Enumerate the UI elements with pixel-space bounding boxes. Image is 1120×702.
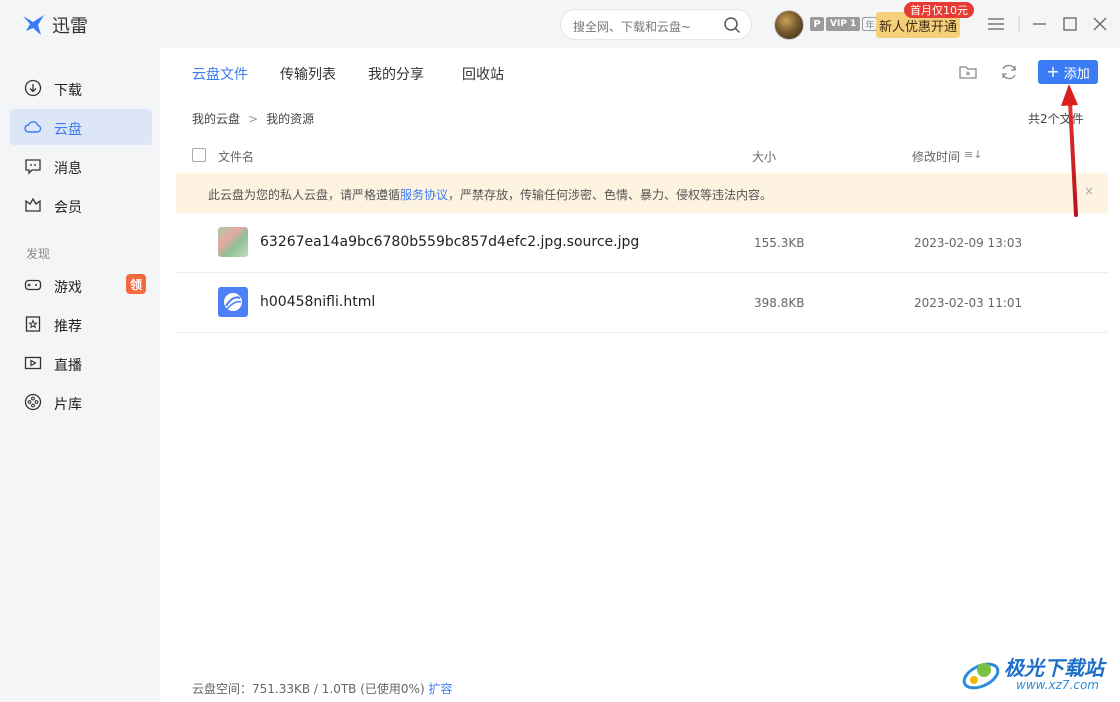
breadcrumb: 我的云盘 > 我的资源	[192, 110, 314, 127]
cloud-icon	[24, 118, 42, 136]
close-icon[interactable]	[1090, 14, 1110, 34]
table-row[interactable]: h00458nifli.html 398.8KB 2023-02-03 11:0…	[176, 273, 1108, 333]
file-size: 155.3KB	[754, 236, 805, 250]
live-icon	[24, 354, 42, 372]
add-button-label: 添加	[1063, 66, 1090, 82]
breadcrumb-current: 我的资源	[266, 112, 315, 126]
sidebar-item-label: 推荐	[54, 319, 82, 335]
storage-footer: 云盘空间：751.33KB / 1.0TB (已使用0%) 扩容	[192, 680, 452, 697]
service-agreement-link[interactable]: 服务协议	[400, 188, 448, 202]
gamepad-icon	[24, 276, 42, 294]
minimize-icon[interactable]	[1030, 14, 1050, 34]
notice-banner: 此云盘为您的私人云盘，请严格遵循服务协议，严禁存放，传输任何涉密、色情、暴力、侵…	[176, 173, 1108, 213]
sidebar-item-cloud[interactable]: 云盘	[10, 109, 152, 145]
avatar[interactable]	[774, 10, 804, 40]
title-bar: 迅雷 搜全网、下载和云盘~ P VIP 1 年 新人优惠开通 首月仅10元	[0, 0, 1120, 48]
notice-close-icon[interactable]: ×	[1084, 184, 1094, 198]
section-label-discover: 发现	[26, 247, 51, 261]
sidebar-item-label: 会员	[54, 200, 82, 216]
html-file-icon	[218, 287, 248, 317]
sidebar-item-member[interactable]: 会员	[10, 187, 152, 223]
sidebar-item-download[interactable]: 下载	[10, 70, 152, 106]
chevron-right-icon: >	[248, 111, 259, 126]
image-thumbnail-icon	[218, 227, 248, 257]
menu-icon[interactable]	[986, 14, 1006, 34]
message-icon	[24, 157, 42, 175]
watermark-logo-icon	[962, 662, 1000, 690]
watermark-title: 极光下载站	[1004, 656, 1104, 680]
sort-icon[interactable]: ≡↓	[964, 148, 982, 161]
download-icon	[24, 79, 42, 97]
sidebar-item-label: 直播	[54, 358, 82, 374]
add-button[interactable]: + 添加	[1038, 60, 1098, 84]
sidebar-item-label: 片库	[54, 397, 82, 413]
promo-badge: 首月仅10元	[904, 2, 974, 18]
app-logo: 迅雷	[22, 12, 88, 38]
notice-text: 此云盘为您的私人云盘，请严格遵循服务协议，严禁存放，传输任何涉密、色情、暴力、侵…	[208, 186, 772, 203]
new-folder-icon[interactable]	[958, 62, 978, 82]
vip-p-badge: P	[810, 17, 824, 31]
file-date: 2023-02-03 11:01	[914, 296, 1023, 310]
sidebar-item-label: 消息	[54, 161, 82, 177]
sidebar: 下载 云盘 消息 会员 发现 游戏 领 推荐 直播 片库	[0, 48, 160, 702]
plus-icon: +	[1046, 62, 1060, 81]
app-name: 迅雷	[52, 16, 88, 37]
vip-level-badge: VIP 1	[826, 17, 861, 31]
file-name[interactable]: h00458nifli.html	[260, 294, 375, 310]
search-box[interactable]: 搜全网、下载和云盘~	[560, 9, 752, 40]
claim-badge[interactable]: 领	[126, 274, 146, 294]
sidebar-item-label: 云盘	[54, 122, 82, 138]
sidebar-item-live[interactable]: 直播	[10, 345, 152, 381]
tab-my-shares[interactable]: 我的分享	[368, 64, 424, 84]
table-row[interactable]: 63267ea14a9bc6780b559bc857d4efc2.jpg.sou…	[176, 213, 1108, 273]
sidebar-item-label: 游戏	[54, 280, 82, 296]
column-header-modified[interactable]: 修改时间	[912, 148, 960, 165]
sidebar-item-recommend[interactable]: 推荐	[10, 306, 152, 342]
crown-icon	[24, 196, 42, 214]
sidebar-item-games[interactable]: 游戏 领	[10, 267, 152, 303]
thunder-bird-icon	[23, 15, 44, 35]
sidebar-item-films[interactable]: 片库	[10, 384, 152, 420]
refresh-icon[interactable]	[999, 62, 1019, 82]
column-header-size[interactable]: 大小	[752, 148, 776, 165]
film-reel-icon	[24, 393, 42, 411]
sidebar-item-label: 下载	[54, 83, 82, 99]
expand-storage-link[interactable]: 扩容	[428, 682, 452, 696]
notice-text-after: ，严禁存放，传输任何涉密、色情、暴力、侵权等违法内容。	[448, 188, 773, 202]
star-bookmark-icon	[24, 315, 42, 333]
notice-text-before: 此云盘为您的私人云盘，请严格遵循	[208, 188, 401, 202]
maximize-icon[interactable]	[1060, 14, 1080, 34]
column-header-name[interactable]: 文件名	[218, 148, 254, 165]
file-name[interactable]: 63267ea14a9bc6780b559bc857d4efc2.jpg.sou…	[260, 234, 639, 250]
search-icon[interactable]	[723, 16, 741, 34]
sidebar-item-messages[interactable]: 消息	[10, 148, 152, 184]
watermark-url: www.xz7.com	[1016, 678, 1099, 692]
storage-usage-text: 云盘空间：751.33KB / 1.0TB (已使用0%)	[192, 682, 425, 696]
tab-transfer-list[interactable]: 传输列表	[280, 64, 336, 84]
search-placeholder[interactable]: 搜全网、下载和云盘~	[573, 18, 691, 35]
tab-cloud-files[interactable]: 云盘文件	[192, 64, 248, 84]
watermark: 极光下载站 www.xz7.com	[958, 648, 1118, 698]
select-all-checkbox[interactable]	[192, 148, 206, 162]
file-date: 2023-02-09 13:03	[914, 236, 1023, 250]
tab-recycle-bin[interactable]: 回收站	[462, 64, 504, 84]
file-size: 398.8KB	[754, 296, 805, 310]
breadcrumb-root[interactable]: 我的云盘	[192, 110, 240, 127]
vip-badges[interactable]: P VIP 1 年	[810, 17, 878, 31]
file-count: 共2个文件	[1028, 112, 1084, 126]
